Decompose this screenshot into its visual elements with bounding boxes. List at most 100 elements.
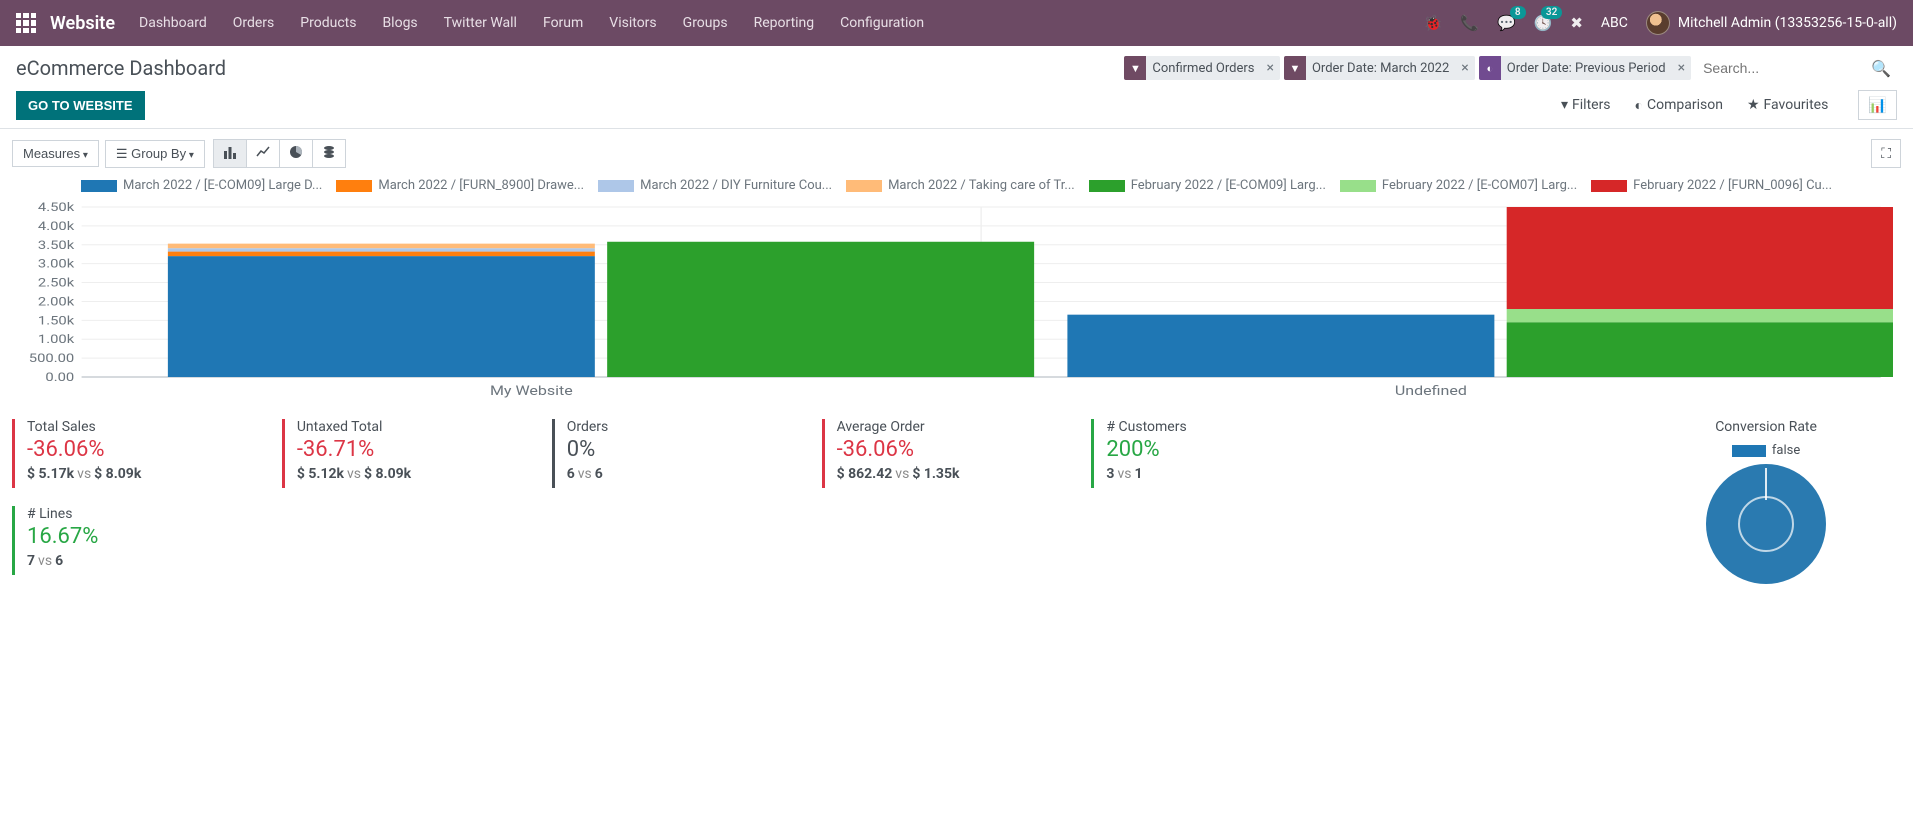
menu-visitors[interactable]: Visitors	[609, 15, 656, 31]
facet-label: Order Date: Previous Period	[1501, 61, 1672, 76]
svg-text:4.50k: 4.50k	[38, 201, 74, 214]
go-to-website-button[interactable]: GO TO WEBSITE	[16, 91, 145, 120]
debug-icon[interactable]: 🐞	[1424, 14, 1443, 32]
top-navbar: Website Dashboard Orders Products Blogs …	[0, 0, 1913, 46]
conversion-pie-chart	[1706, 464, 1826, 584]
comparison-dropdown[interactable]: ◐Comparison	[1635, 97, 1723, 114]
bar-chart-button[interactable]	[213, 139, 247, 168]
dashboard-view-button[interactable]: 📊	[1858, 90, 1897, 120]
search-area: ▼Confirmed Orders×▼Order Date: March 202…	[1124, 56, 1897, 80]
menu-orders[interactable]: Orders	[233, 15, 275, 31]
filters-dropdown[interactable]: ▾Filters	[1561, 97, 1611, 114]
database-selector[interactable]: ABC	[1601, 15, 1628, 31]
menu-forum[interactable]: Forum	[543, 15, 583, 31]
conversion-rate-card: Conversion Rate false	[1631, 419, 1901, 593]
legend-swatch	[598, 180, 634, 192]
kpi-compare: $ 862.42vs$ 1.35k	[837, 466, 1080, 482]
apps-menu-icon[interactable]	[16, 13, 36, 33]
bar-segment[interactable]	[1507, 322, 1893, 377]
facet-remove-button[interactable]: ×	[1672, 60, 1691, 76]
expand-button[interactable]: ⛶	[1871, 139, 1901, 168]
kpi-compare: $ 5.12kvs$ 8.09k	[297, 466, 540, 482]
kpi-label: Untaxed Total	[297, 419, 540, 435]
kpi-value: 16.67%	[27, 524, 270, 549]
kpi-label: # Customers	[1106, 419, 1349, 435]
menu-twitter-wall[interactable]: Twitter Wall	[444, 15, 517, 31]
facet-remove-button[interactable]: ×	[1260, 60, 1279, 76]
kpi-card[interactable]: # Customers 200% 3vs1	[1091, 419, 1361, 488]
bar-segment[interactable]	[168, 256, 595, 377]
kpi-label: Average Order	[837, 419, 1080, 435]
view-switcher: 📊	[1858, 90, 1897, 120]
menu-reporting[interactable]: Reporting	[754, 15, 815, 31]
kpi-value: 0%	[567, 437, 810, 462]
favourites-dropdown[interactable]: ★Favourites	[1747, 97, 1828, 114]
svg-text:2.00k: 2.00k	[38, 296, 74, 309]
kpi-value: -36.06%	[27, 437, 270, 462]
legend-item[interactable]: March 2022 / [FURN_8900] Drawe...	[336, 178, 584, 193]
facet-remove-button[interactable]: ×	[1455, 60, 1474, 76]
bar-segment[interactable]	[168, 244, 595, 249]
facet-icon: ◐	[1479, 56, 1501, 80]
legend-label: February 2022 / [FURN_0096] Cu...	[1633, 178, 1832, 193]
line-chart-button[interactable]	[247, 139, 280, 168]
kpi-card[interactable]: Average Order -36.06% $ 862.42vs$ 1.35k	[822, 419, 1092, 488]
user-menu[interactable]: Mitchell Admin (13353256-15-0-all)	[1646, 11, 1897, 35]
legend-item[interactable]: March 2022 / DIY Furniture Cou...	[598, 178, 832, 193]
settings-icon[interactable]: ✖	[1570, 14, 1583, 32]
legend-item[interactable]: February 2022 / [E-COM09] Larg...	[1089, 178, 1326, 193]
bar-segment[interactable]	[168, 252, 595, 257]
legend-item[interactable]: March 2022 / Taking care of Tr...	[846, 178, 1075, 193]
legend-item[interactable]: February 2022 / [E-COM07] Larg...	[1340, 178, 1577, 193]
menu-groups[interactable]: Groups	[683, 15, 728, 31]
bar-segment[interactable]	[607, 242, 1034, 377]
chart-toolbar: Measures ☰ Group By ⛶	[0, 129, 1913, 174]
legend-item[interactable]: March 2022 / [E-COM09] Large D...	[81, 178, 322, 193]
menu-configuration[interactable]: Configuration	[840, 15, 924, 31]
legend-label: March 2022 / DIY Furniture Cou...	[640, 178, 832, 193]
kpi-card[interactable]: Total Sales -36.06% $ 5.17kvs$ 8.09k	[12, 419, 282, 488]
activities-icon[interactable]: 🕓32	[1534, 14, 1553, 32]
menu-products[interactable]: Products	[300, 15, 356, 31]
kpi-card[interactable]: Orders 0% 6vs6	[552, 419, 822, 488]
svg-text:3.50k: 3.50k	[38, 239, 74, 252]
svg-text:2.50k: 2.50k	[38, 277, 74, 290]
kpi-card-lines[interactable]: # Lines 16.67% 7vs6	[12, 506, 282, 575]
systray: 🐞 📞 💬8 🕓32 ✖ ABC Mitchell Admin (1335325…	[1424, 11, 1897, 35]
pie-chart-button[interactable]	[280, 139, 313, 168]
menu-dashboard[interactable]: Dashboard	[139, 15, 207, 31]
phone-icon[interactable]: 📞	[1460, 14, 1479, 32]
legend-swatch	[1089, 180, 1125, 192]
kpi-compare: 7vs6	[27, 553, 270, 569]
control-panel: eCommerce Dashboard ▼Confirmed Orders×▼ O…	[0, 46, 1913, 129]
legend-swatch	[81, 180, 117, 192]
svg-text:3.00k: 3.00k	[38, 258, 74, 271]
search-input[interactable]	[1697, 57, 1857, 79]
chart-type-group	[213, 139, 346, 168]
stacked-button[interactable]	[313, 139, 346, 168]
kpi-compare: $ 5.17kvs$ 8.09k	[27, 466, 270, 482]
app-name[interactable]: Website	[50, 13, 115, 34]
kpi-card[interactable]: Untaxed Total -36.71% $ 5.12kvs$ 8.09k	[282, 419, 552, 488]
measures-dropdown[interactable]: Measures	[12, 140, 99, 167]
legend-item[interactable]: February 2022 / [FURN_0096] Cu...	[1591, 178, 1832, 193]
svg-text:4.00k: 4.00k	[38, 220, 74, 233]
user-name: Mitchell Admin (13353256-15-0-all)	[1678, 15, 1897, 31]
activities-badge: 32	[1541, 6, 1562, 19]
menu-blogs[interactable]: Blogs	[382, 15, 417, 31]
messages-icon[interactable]: 💬8	[1497, 14, 1516, 32]
search-icon[interactable]: 🔍	[1865, 57, 1897, 80]
conversion-legend[interactable]: false	[1631, 443, 1901, 458]
comparison-icon: ◐	[1635, 97, 1643, 114]
bar-segment[interactable]	[1507, 309, 1893, 322]
search-facet: ▼Confirmed Orders×	[1124, 56, 1280, 80]
bar-segment[interactable]	[168, 248, 595, 251]
chart-legend: March 2022 / [E-COM09] Large D... March 2…	[0, 174, 1913, 197]
svg-text:1.00k: 1.00k	[38, 333, 74, 346]
facet-icon: ▼	[1124, 56, 1146, 80]
bar-segment[interactable]	[1067, 315, 1494, 377]
bar-segment[interactable]	[1507, 207, 1893, 309]
page-title: eCommerce Dashboard	[16, 56, 226, 80]
groupby-dropdown[interactable]: ☰ Group By	[105, 140, 205, 168]
svg-text:1.50k: 1.50k	[38, 315, 74, 328]
